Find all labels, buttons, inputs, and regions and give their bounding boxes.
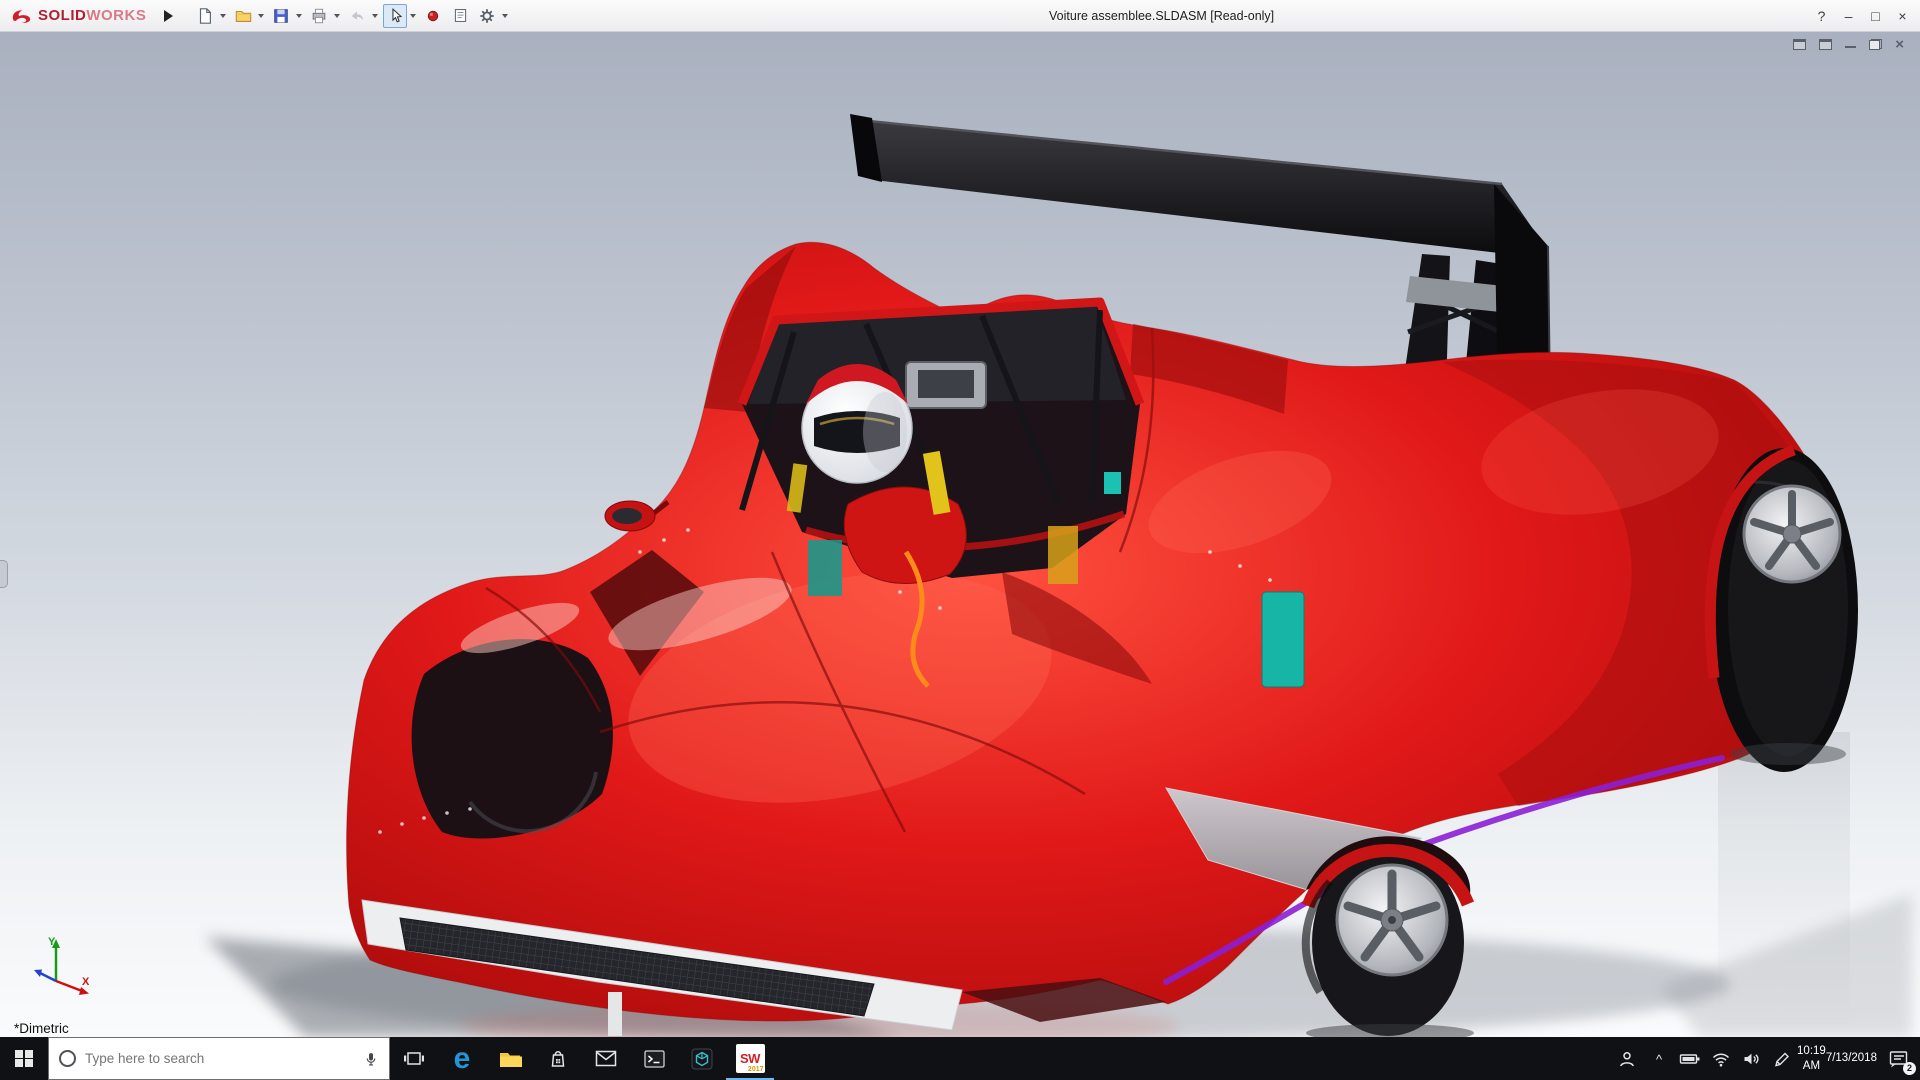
console-button[interactable] xyxy=(630,1037,678,1080)
triad-y-label: Y xyxy=(48,936,56,948)
desktop-screen: SOLIDWORKS Voiture assemblee.SLDASM [Rea… xyxy=(0,0,1920,1080)
store-button[interactable] xyxy=(534,1037,582,1080)
undo-button[interactable] xyxy=(345,4,369,28)
speaker-icon xyxy=(1744,1053,1759,1064)
quick-toolbar xyxy=(193,3,510,28)
open-dropdown-caret[interactable] xyxy=(258,14,265,21)
folder-icon xyxy=(500,1052,522,1067)
save-dropdown-caret[interactable] xyxy=(296,14,303,21)
new-dropdown-caret[interactable] xyxy=(220,14,227,21)
document-title: Voiture assemblee.SLDASM [Read-only] xyxy=(1049,9,1275,23)
panel-collapse-tab[interactable] xyxy=(0,560,8,588)
maximize-button[interactable]: □ xyxy=(1862,0,1889,32)
clock[interactable]: 10:19 AM 7/13/2018 xyxy=(1797,1037,1877,1080)
console-icon xyxy=(643,1049,665,1068)
volume-button[interactable] xyxy=(1736,1037,1766,1080)
open-button[interactable] xyxy=(231,4,255,28)
start-button[interactable] xyxy=(0,1037,48,1080)
wifi-icon xyxy=(1712,1053,1730,1066)
new-document-button[interactable] xyxy=(193,4,217,28)
child-window-controls: × xyxy=(1793,37,1904,52)
cascade-window-icon[interactable] xyxy=(1819,39,1833,50)
edge-browser-button[interactable]: e xyxy=(438,1037,486,1080)
pen-icon xyxy=(1775,1052,1789,1066)
3d-model-race-car[interactable] xyxy=(0,32,1920,1037)
view-orientation-label: *Dimetric xyxy=(14,1021,69,1036)
minimize-button[interactable]: – xyxy=(1835,0,1862,32)
windows-taskbar: e SW 2017 ^ xyxy=(0,1037,1920,1080)
brand-works: WORKS xyxy=(86,6,147,24)
help-button[interactable]: ? xyxy=(1808,0,1835,32)
appearance-sphere-button[interactable] xyxy=(421,4,445,28)
brand-solid: SOLID xyxy=(38,6,87,24)
window-controls: ? – □ × xyxy=(1808,0,1916,32)
select-dropdown-caret[interactable] xyxy=(410,14,417,21)
battery-icon xyxy=(1679,1053,1700,1064)
chevron-up-icon: ^ xyxy=(1655,1052,1663,1067)
sheet-properties-button[interactable] xyxy=(448,4,472,28)
mail-envelope-icon xyxy=(595,1050,617,1067)
save-button[interactable] xyxy=(269,4,293,28)
orientation-triad: Y X xyxy=(34,936,90,995)
windows-ink-button[interactable] xyxy=(1766,1037,1798,1080)
menu-flyout-arrow[interactable] xyxy=(164,9,179,22)
solidworks-app-button[interactable]: SW 2017 xyxy=(726,1037,774,1080)
solidworks-logo: SOLIDWORKS xyxy=(0,7,154,25)
app-titlebar: SOLIDWORKS Voiture assemblee.SLDASM [Rea… xyxy=(0,0,1920,32)
child-restore-button[interactable] xyxy=(1869,39,1883,50)
taskbar-search[interactable] xyxy=(48,1037,390,1080)
model-viewer-button[interactable] xyxy=(678,1037,726,1080)
cortana-icon xyxy=(59,1050,76,1067)
child-minimize-button[interactable] xyxy=(1845,45,1857,48)
print-button[interactable] xyxy=(307,4,331,28)
clock-time: 10:19 AM xyxy=(1797,1044,1826,1072)
graphics-viewport[interactable]: × Y X *Dimetric xyxy=(0,32,1920,1037)
clock-date: 7/13/2018 xyxy=(1825,1052,1877,1065)
action-center-button[interactable]: 2 xyxy=(1876,1037,1920,1080)
microphone-icon[interactable] xyxy=(363,1049,379,1069)
new-window-icon[interactable] xyxy=(1793,39,1807,50)
task-view-button[interactable] xyxy=(390,1037,438,1080)
options-dropdown-caret[interactable] xyxy=(502,14,509,21)
store-bag-icon xyxy=(551,1051,565,1067)
undo-dropdown-caret[interactable] xyxy=(372,14,379,21)
network-button[interactable] xyxy=(1706,1037,1736,1080)
tray-overflow-button[interactable]: ^ xyxy=(1644,1037,1674,1080)
people-icon xyxy=(1620,1051,1634,1066)
file-explorer-button[interactable] xyxy=(486,1037,534,1080)
close-button[interactable]: × xyxy=(1889,0,1916,32)
search-input[interactable] xyxy=(85,1051,354,1066)
solidworks-icon: SW 2017 xyxy=(735,1044,765,1073)
ds-swoosh-icon xyxy=(12,9,31,23)
child-close-button[interactable]: × xyxy=(1895,37,1904,52)
edge-icon: e xyxy=(453,1041,471,1075)
system-tray: ^ 10:19 AM 7/13/2018 2 xyxy=(1610,1037,1920,1080)
notification-badge: 2 xyxy=(1903,1062,1916,1075)
rear-wheel xyxy=(1704,444,1858,772)
battery-button[interactable] xyxy=(1674,1037,1706,1080)
mail-button[interactable] xyxy=(582,1037,630,1080)
people-button[interactable] xyxy=(1610,1037,1644,1080)
windows-logo-icon xyxy=(15,1049,33,1068)
triad-x-label: X xyxy=(82,976,90,988)
options-gear-button[interactable] xyxy=(475,4,499,28)
print-dropdown-caret[interactable] xyxy=(334,14,341,21)
cube-viewer-icon xyxy=(691,1048,713,1069)
select-arrow-button[interactable] xyxy=(383,3,408,28)
